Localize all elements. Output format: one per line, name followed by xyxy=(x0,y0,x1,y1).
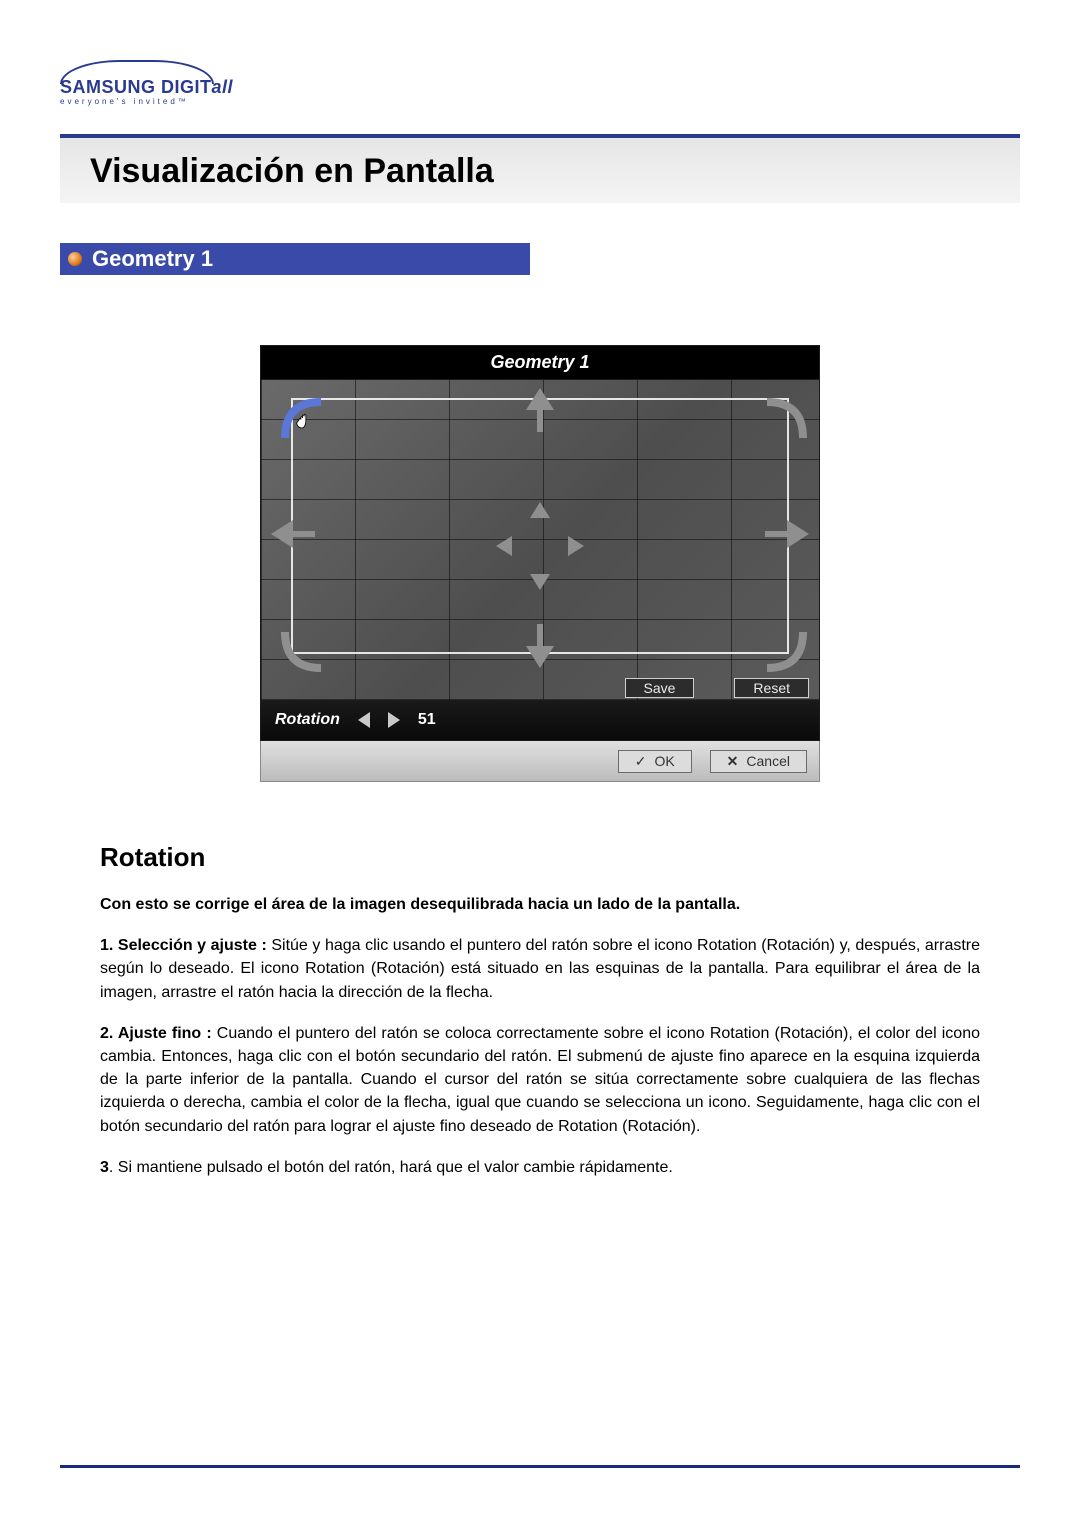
ok-button[interactable]: OK xyxy=(618,750,692,773)
check-icon xyxy=(635,753,647,770)
osd-fine-adjust-bar: Rotation 51 xyxy=(261,700,819,740)
paragraph-1: 1. Selección y ajuste : Sitúe y haga cli… xyxy=(100,934,980,1004)
page-title-bar: Visualización en Pantalla xyxy=(60,138,1020,203)
osd-footer: OK Cancel xyxy=(260,741,820,782)
logo-text-suffix: all xyxy=(212,77,234,97)
fine-increment-icon[interactable] xyxy=(388,712,400,728)
arrow-right-icon[interactable] xyxy=(765,520,809,548)
paragraph-3: 3. Si mantiene pulsado el botón del rató… xyxy=(100,1156,980,1179)
osd-save-reset-bar: Save Reset xyxy=(625,678,810,698)
reset-button[interactable]: Reset xyxy=(734,678,809,698)
rotation-corner-br-icon[interactable] xyxy=(757,622,805,670)
rotation-corner-bl-icon[interactable] xyxy=(275,622,323,670)
fine-adjust-label: Rotation xyxy=(275,711,340,729)
logo-tagline: everyone's invited™ xyxy=(60,98,1020,106)
logo-text: SAMSUNG DIGIT xyxy=(60,77,212,97)
lead-paragraph: Con esto se corrige el área de la imagen… xyxy=(100,893,980,916)
fine-adjust-value: 51 xyxy=(418,711,436,729)
arrow-down-icon[interactable] xyxy=(526,624,554,668)
fine-decrement-icon[interactable] xyxy=(358,712,370,728)
section-title: Geometry 1 xyxy=(92,246,213,272)
brand-logo: SAMSUNG DIGITall everyone's invited™ xyxy=(60,60,1020,106)
p2-text: Cuando el puntero del ratón se coloca co… xyxy=(100,1025,980,1135)
body-content: Rotation Con esto se corrige el área de … xyxy=(60,842,1020,1179)
close-icon xyxy=(727,753,739,770)
section-header: Geometry 1 xyxy=(60,243,530,275)
p3-text: . Si mantiene pulsado el botón del ratón… xyxy=(109,1159,673,1176)
divider-bottom xyxy=(60,1465,1020,1468)
p3-label: 3 xyxy=(100,1159,109,1176)
osd-body[interactable]: Save Reset Rotation 51 xyxy=(260,379,820,741)
paragraph-2: 2. Ajuste fino : Cuando el puntero del r… xyxy=(100,1022,980,1138)
p2-label: 2. Ajuste fino : xyxy=(100,1025,212,1042)
osd-title: Geometry 1 xyxy=(260,345,820,379)
bullet-icon xyxy=(68,252,82,266)
osd-panel: Geometry 1 xyxy=(260,345,820,782)
ok-label: OK xyxy=(654,753,674,769)
save-button[interactable]: Save xyxy=(625,678,695,698)
cursor-grab-icon xyxy=(295,408,315,434)
cancel-button[interactable]: Cancel xyxy=(710,750,807,773)
arrow-left-icon[interactable] xyxy=(271,520,315,548)
body-heading: Rotation xyxy=(100,842,980,873)
rotation-corner-tr-icon[interactable] xyxy=(757,392,805,440)
arrow-up-icon[interactable] xyxy=(526,388,554,432)
center-arrow-cluster[interactable] xyxy=(489,495,591,597)
page-title: Visualización en Pantalla xyxy=(90,152,1000,191)
cancel-label: Cancel xyxy=(746,753,790,769)
p1-label: 1. Selección y ajuste : xyxy=(100,937,267,954)
